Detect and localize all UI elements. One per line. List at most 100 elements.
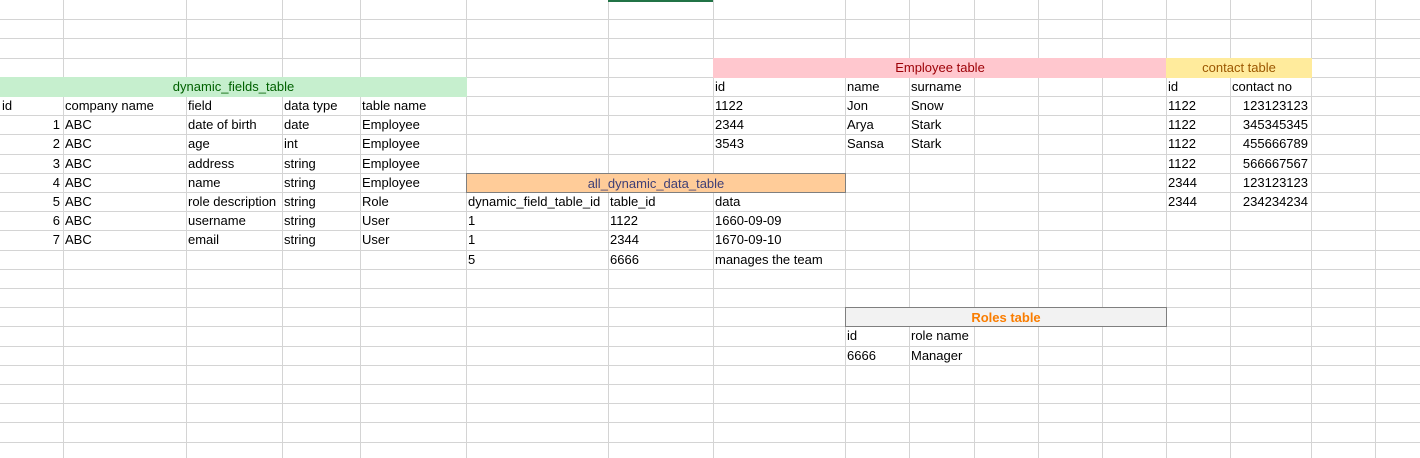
all-dynamic-header-cell[interactable]: data: [713, 192, 845, 211]
employee-name-cell[interactable]: Arya: [845, 115, 909, 134]
contact-id-cell[interactable]: 1122: [1166, 115, 1230, 134]
dynamic-fields-header-cell[interactable]: company name: [63, 96, 186, 115]
row-gridline: [0, 422, 1420, 423]
contact-number-cell[interactable]: 455666789: [1230, 134, 1311, 154]
employee-header-cell[interactable]: name: [845, 77, 909, 96]
dynamic-fields-company-cell[interactable]: ABC: [63, 154, 186, 173]
dynamic-fields-field-cell[interactable]: username: [186, 211, 282, 230]
dynamic-fields-type-cell[interactable]: int: [282, 134, 360, 154]
all-dynamic-field-id-cell[interactable]: 5: [466, 250, 608, 269]
employee-surname-cell[interactable]: Snow: [909, 96, 974, 115]
all-dynamic-header-cell[interactable]: dynamic_field_table_id: [466, 192, 608, 211]
roles-id-cell[interactable]: 6666: [845, 346, 909, 365]
dynamic-fields-field-cell[interactable]: name: [186, 173, 282, 192]
employee-header-cell[interactable]: id: [713, 77, 845, 96]
employee-name-cell[interactable]: Jon: [845, 96, 909, 115]
dynamic-fields-table-title[interactable]: dynamic_fields_table: [0, 77, 467, 97]
dynamic-fields-id-cell[interactable]: 7: [0, 230, 63, 250]
dynamic-fields-table-cell[interactable]: Role: [360, 192, 466, 211]
dynamic-fields-id-cell[interactable]: 3: [0, 154, 63, 173]
spreadsheet-grid[interactable]: dynamic_fields_table id company name field d…: [0, 0, 1420, 458]
all-dynamic-data-cell[interactable]: 1670-09-10: [713, 230, 845, 250]
employee-table-title-label: Employee table: [895, 60, 985, 75]
employee-id-cell[interactable]: 2344: [713, 115, 845, 134]
contact-header-cell[interactable]: id: [1166, 77, 1230, 96]
dynamic-fields-company-cell[interactable]: ABC: [63, 230, 186, 250]
employee-header-cell[interactable]: surname: [909, 77, 974, 96]
all-dynamic-field-id-cell[interactable]: 1: [466, 230, 608, 250]
contact-id-cell[interactable]: 1122: [1166, 96, 1230, 115]
roles-header-cell[interactable]: role name: [909, 326, 974, 346]
employee-surname-cell[interactable]: Stark: [909, 115, 974, 134]
contact-id-cell[interactable]: 2344: [1166, 192, 1230, 211]
dynamic-fields-id-cell[interactable]: 2: [0, 134, 63, 154]
dynamic-fields-company-cell[interactable]: ABC: [63, 192, 186, 211]
dynamic-fields-id-cell[interactable]: 5: [0, 192, 63, 211]
contact-number-cell[interactable]: 123123123: [1230, 173, 1311, 192]
dynamic-fields-type-cell[interactable]: string: [282, 192, 360, 211]
contact-header-cell[interactable]: contact no: [1230, 77, 1311, 96]
dynamic-fields-table-cell[interactable]: Employee: [360, 154, 466, 173]
contact-number-cell[interactable]: 123123123: [1230, 96, 1311, 115]
all-dynamic-header-cell[interactable]: table_id: [608, 192, 713, 211]
dynamic-fields-header-cell[interactable]: data type: [282, 96, 360, 115]
dynamic-fields-field-cell[interactable]: date of birth: [186, 115, 282, 134]
dynamic-fields-table-cell[interactable]: Employee: [360, 115, 466, 134]
employee-id-cell[interactable]: 3543: [713, 134, 845, 154]
dynamic-fields-company-cell[interactable]: ABC: [63, 134, 186, 154]
contact-number-cell[interactable]: 345345345: [1230, 115, 1311, 134]
dynamic-fields-table-cell[interactable]: User: [360, 230, 466, 250]
dynamic-fields-table-cell[interactable]: Employee: [360, 173, 466, 192]
dynamic-fields-type-cell[interactable]: string: [282, 211, 360, 230]
dynamic-fields-type-cell[interactable]: string: [282, 230, 360, 250]
contact-table-title-label: contact table: [1202, 60, 1276, 75]
contact-number-cell[interactable]: 566667567: [1230, 154, 1311, 173]
row-gridline: [0, 38, 1420, 39]
dynamic-fields-header-cell[interactable]: id: [0, 96, 63, 115]
row-gridline: [0, 346, 1420, 347]
column-gridline: [1375, 0, 1376, 458]
contact-id-cell[interactable]: 1122: [1166, 134, 1230, 154]
contact-id-cell[interactable]: 2344: [1166, 173, 1230, 192]
dynamic-fields-header-cell[interactable]: table name: [360, 96, 466, 115]
row-gridline: [0, 326, 1420, 327]
all-dynamic-data-cell[interactable]: manages the team: [713, 250, 845, 269]
all-dynamic-table-id-cell[interactable]: 2344: [608, 230, 713, 250]
employee-surname-cell[interactable]: Stark: [909, 134, 974, 154]
row-gridline: [0, 269, 1420, 270]
all-dynamic-table-id-cell[interactable]: 6666: [608, 250, 713, 269]
dynamic-fields-header-cell[interactable]: field: [186, 96, 282, 115]
dynamic-fields-id-cell[interactable]: 1: [0, 115, 63, 134]
dynamic-fields-type-cell[interactable]: string: [282, 154, 360, 173]
all-dynamic-field-id-cell[interactable]: 1: [466, 211, 608, 230]
dynamic-fields-company-cell[interactable]: ABC: [63, 211, 186, 230]
row-gridline: [0, 442, 1420, 443]
dynamic-fields-id-cell[interactable]: 4: [0, 173, 63, 192]
contact-id-cell[interactable]: 1122: [1166, 154, 1230, 173]
dynamic-fields-field-cell[interactable]: email: [186, 230, 282, 250]
row-gridline: [0, 384, 1420, 385]
dynamic-fields-company-cell[interactable]: ABC: [63, 173, 186, 192]
dynamic-fields-id-cell[interactable]: 6: [0, 211, 63, 230]
dynamic-fields-table-cell[interactable]: Employee: [360, 134, 466, 154]
roles-table-title[interactable]: Roles table: [845, 307, 1167, 327]
all-dynamic-table-id-cell[interactable]: 1122: [608, 211, 713, 230]
all-dynamic-data-cell[interactable]: 1660-09-09: [713, 211, 845, 230]
dynamic-fields-table-cell[interactable]: User: [360, 211, 466, 230]
dynamic-fields-type-cell[interactable]: string: [282, 173, 360, 192]
dynamic-fields-field-cell[interactable]: role description: [186, 192, 282, 211]
dynamic-fields-field-cell[interactable]: age: [186, 134, 282, 154]
contact-number-cell[interactable]: 234234234: [1230, 192, 1311, 211]
all-dynamic-data-table-title[interactable]: all_dynamic_data_table: [466, 173, 846, 193]
dynamic-fields-company-cell[interactable]: ABC: [63, 115, 186, 134]
employee-table-title[interactable]: Employee table: [713, 58, 1167, 78]
row-gridline: [0, 307, 1420, 308]
roles-header-cell[interactable]: id: [845, 326, 909, 346]
row-gridline: [0, 365, 1420, 366]
employee-name-cell[interactable]: Sansa: [845, 134, 909, 154]
contact-table-title[interactable]: contact table: [1166, 58, 1312, 78]
dynamic-fields-field-cell[interactable]: address: [186, 154, 282, 173]
roles-name-cell[interactable]: Manager: [909, 346, 974, 365]
dynamic-fields-type-cell[interactable]: date: [282, 115, 360, 134]
employee-id-cell[interactable]: 1122: [713, 96, 845, 115]
